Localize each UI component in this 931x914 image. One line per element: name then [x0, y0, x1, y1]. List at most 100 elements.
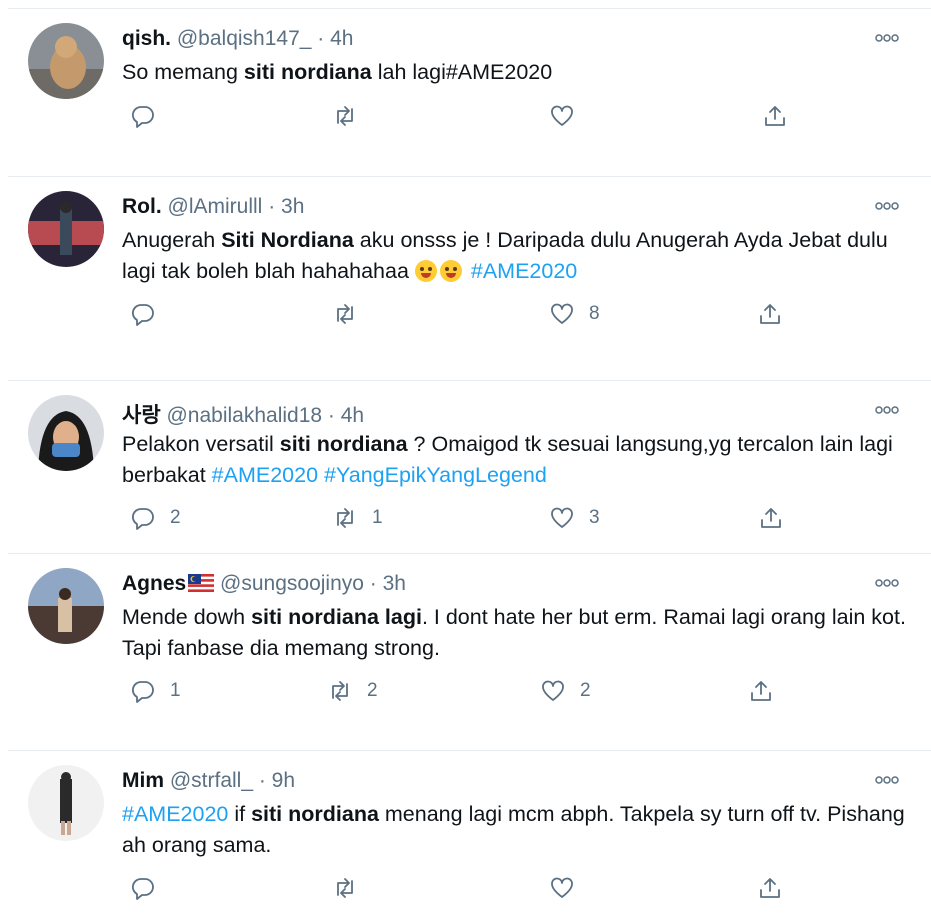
more-options-icon[interactable] [875, 202, 899, 210]
action-bar: 1 2 2 [122, 676, 822, 706]
share-button[interactable] [748, 676, 774, 706]
timestamp[interactable]: · 3h [370, 572, 406, 595]
tweet-header: Agnes @sungsoojinyo · 3h [122, 572, 406, 596]
retweet-icon [337, 304, 353, 324]
avatar[interactable] [28, 23, 104, 99]
user-handle[interactable]: @sungsoojinyo [220, 572, 364, 595]
avatar[interactable] [28, 568, 104, 644]
timestamp[interactable]: · 9h [259, 769, 295, 792]
reply-count: 2 [170, 507, 181, 528]
retweet-count: 2 [367, 680, 378, 701]
text-segment: So memang [122, 60, 244, 84]
heart-icon [551, 877, 573, 898]
like-button[interactable] [549, 873, 589, 903]
retweet-button[interactable] [332, 101, 372, 131]
more-options-icon[interactable] [875, 579, 899, 587]
retweet-button[interactable]: 1 [332, 503, 383, 533]
user-handle[interactable]: @balqish147_ [177, 27, 312, 50]
like-count: 8 [589, 303, 600, 324]
user-handle[interactable]: @nabilakhalid18 [166, 404, 322, 427]
share-icon [765, 106, 785, 126]
like-button[interactable]: 2 [540, 676, 591, 706]
highlighted-term: Siti Nordiana [221, 228, 354, 252]
share-button[interactable] [757, 299, 783, 329]
avatar[interactable] [28, 765, 104, 841]
avatar[interactable] [28, 191, 104, 267]
highlighted-term: siti nordiana [251, 802, 379, 826]
tweet-header: 사랑 @nabilakhalid18 · 4h [122, 399, 364, 429]
share-icon [760, 304, 780, 324]
tweet-text: So memang siti nordiana lah lagi#AME2020 [122, 57, 912, 88]
reply-icon [131, 106, 154, 128]
hashtag-link[interactable]: #AME2020 [471, 259, 577, 283]
heart-icon [551, 507, 573, 528]
retweet-icon [337, 878, 353, 898]
share-icon [760, 878, 780, 898]
reply-button[interactable] [130, 299, 170, 329]
tweet-card[interactable]: 사랑 @nabilakhalid18 · 4h Pelakon versatil… [8, 380, 931, 546]
highlighted-term: siti nordiana lagi [251, 605, 422, 629]
action-bar: 8 [122, 299, 822, 329]
share-icon [751, 681, 771, 701]
like-button[interactable]: 8 [549, 299, 600, 329]
tweet-text: #AME2020 if siti nordiana menang lagi mc… [122, 799, 912, 861]
highlighted-term: siti nordiana [279, 432, 408, 456]
more-options-icon[interactable] [875, 406, 899, 414]
display-name[interactable]: Rol. [122, 195, 162, 218]
action-bar: 2 1 3 [122, 503, 822, 533]
text-segment: Pelakon versatil [122, 432, 280, 456]
share-button[interactable] [762, 101, 788, 131]
tweet-card[interactable]: Mim @strfall_ · 9h #AME2020 if siti nord… [8, 750, 931, 914]
reply-button[interactable]: 1 [130, 676, 181, 706]
reply-button[interactable] [130, 873, 170, 903]
text-segment: Mende dowh [122, 605, 252, 629]
retweet-button[interactable]: 2 [327, 676, 378, 706]
reply-button[interactable]: 2 [130, 503, 181, 533]
reply-icon [131, 508, 154, 530]
reply-icon [131, 878, 154, 900]
retweet-icon [337, 106, 353, 126]
tweet-text: Pelakon versatil siti nordiana ? Omaigod… [122, 429, 912, 491]
text-segment: lah lagi#AME2020 [371, 60, 553, 84]
share-button[interactable] [758, 503, 784, 533]
like-button[interactable] [549, 101, 589, 131]
timestamp[interactable]: · 3h [268, 195, 304, 218]
hashtag-link[interactable]: #AME2020 [122, 802, 228, 826]
retweet-icon [337, 508, 353, 528]
retweet-button[interactable] [332, 873, 372, 903]
timestamp[interactable]: · 4h [328, 404, 364, 427]
reply-count: 1 [170, 680, 181, 701]
action-bar [122, 873, 822, 903]
hashtag-link[interactable]: #YangEpikYangLegend [324, 463, 547, 487]
display-name[interactable]: 사랑 [122, 404, 161, 427]
display-name[interactable]: Mim [122, 769, 164, 792]
retweet-button[interactable] [332, 299, 372, 329]
tweet-card[interactable]: Rol. @lAmirulll · 3h Anugerah Siti Nordi… [8, 176, 931, 345]
reply-icon [131, 304, 154, 326]
heart-icon [542, 680, 564, 701]
highlighted-term: siti nordiana [243, 60, 372, 84]
display-name[interactable]: Agnes [122, 572, 186, 595]
user-handle[interactable]: @strfall_ [170, 769, 253, 792]
avatar[interactable] [28, 395, 104, 471]
user-handle[interactable]: @lAmirulll [168, 195, 263, 218]
more-options-icon[interactable] [875, 776, 899, 784]
tweet-header: Mim @strfall_ · 9h [122, 769, 295, 793]
share-button[interactable] [757, 873, 783, 903]
like-button[interactable]: 3 [549, 503, 600, 533]
timestamp[interactable]: · 4h [317, 27, 353, 50]
tweet-header: qish. @balqish147_ · 4h [122, 27, 353, 51]
like-count: 2 [580, 680, 591, 701]
heart-icon [551, 105, 573, 126]
more-options-icon[interactable] [875, 34, 899, 42]
hashtag-link[interactable]: #AME2020 [212, 463, 318, 487]
tweet-text: Anugerah Siti Nordiana aku onsss je ! Da… [122, 225, 912, 287]
text-segment: Anugerah [122, 228, 222, 252]
tweet-card[interactable]: qish. @balqish147_ · 4h So memang siti n… [8, 8, 931, 169]
tweet-card[interactable]: Agnes @sungsoojinyo · 3h Mende dowh siti… [8, 553, 931, 714]
reply-icon [131, 681, 154, 703]
reply-button[interactable] [130, 101, 170, 131]
tweet-header: Rol. @lAmirulll · 3h [122, 195, 304, 219]
heart-icon [551, 303, 573, 324]
display-name[interactable]: qish. [122, 27, 171, 50]
